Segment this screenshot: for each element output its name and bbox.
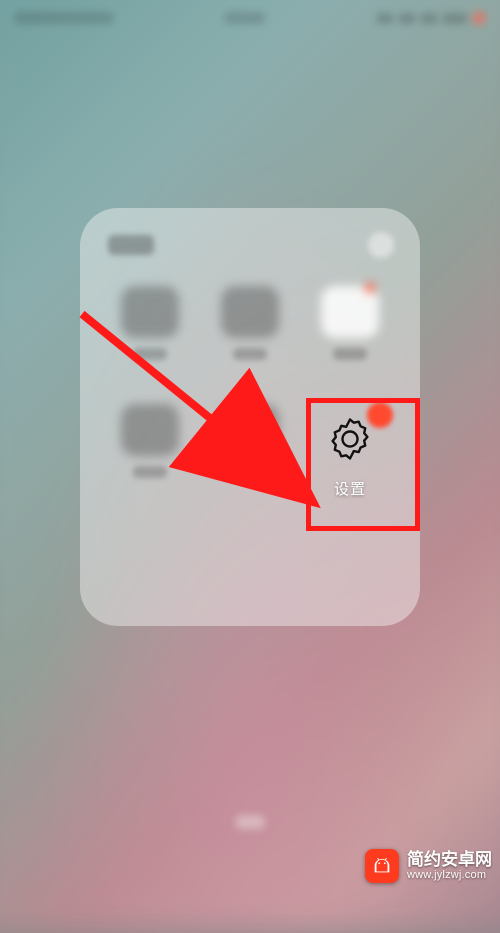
app-item[interactable]	[102, 286, 198, 360]
folder-grid: 设置	[100, 272, 400, 516]
app-item[interactable]	[202, 286, 298, 360]
android-icon	[365, 849, 399, 883]
app-item[interactable]	[302, 286, 398, 360]
status-indicators	[376, 11, 486, 25]
app-icon	[221, 286, 279, 338]
app-item[interactable]	[102, 404, 198, 478]
gear-icon	[326, 415, 374, 463]
status-bar	[0, 0, 500, 36]
app-item[interactable]	[202, 404, 298, 478]
app-label	[133, 466, 167, 478]
app-icon	[121, 404, 179, 456]
folder-title	[108, 235, 154, 255]
settings-app[interactable]: 设置	[302, 404, 398, 499]
app-icon	[221, 404, 279, 456]
app-label	[133, 348, 167, 360]
app-folder[interactable]: 设置	[80, 208, 420, 626]
carrier-label	[14, 12, 114, 24]
watermark-brand: 简约安卓网	[407, 851, 492, 870]
app-label	[233, 466, 267, 478]
app-icon	[321, 286, 379, 338]
clock-label	[224, 12, 266, 24]
page-indicator	[235, 815, 265, 829]
notification-badge	[367, 402, 393, 428]
settings-label: 设置	[334, 478, 366, 499]
app-label	[233, 348, 267, 360]
app-icon	[121, 286, 179, 338]
app-label	[333, 348, 367, 360]
folder-menu-button[interactable]	[368, 232, 394, 258]
watermark-url: www.jylzwj.com	[407, 869, 492, 881]
watermark: 简约安卓网 www.jylzwj.com	[365, 849, 492, 883]
